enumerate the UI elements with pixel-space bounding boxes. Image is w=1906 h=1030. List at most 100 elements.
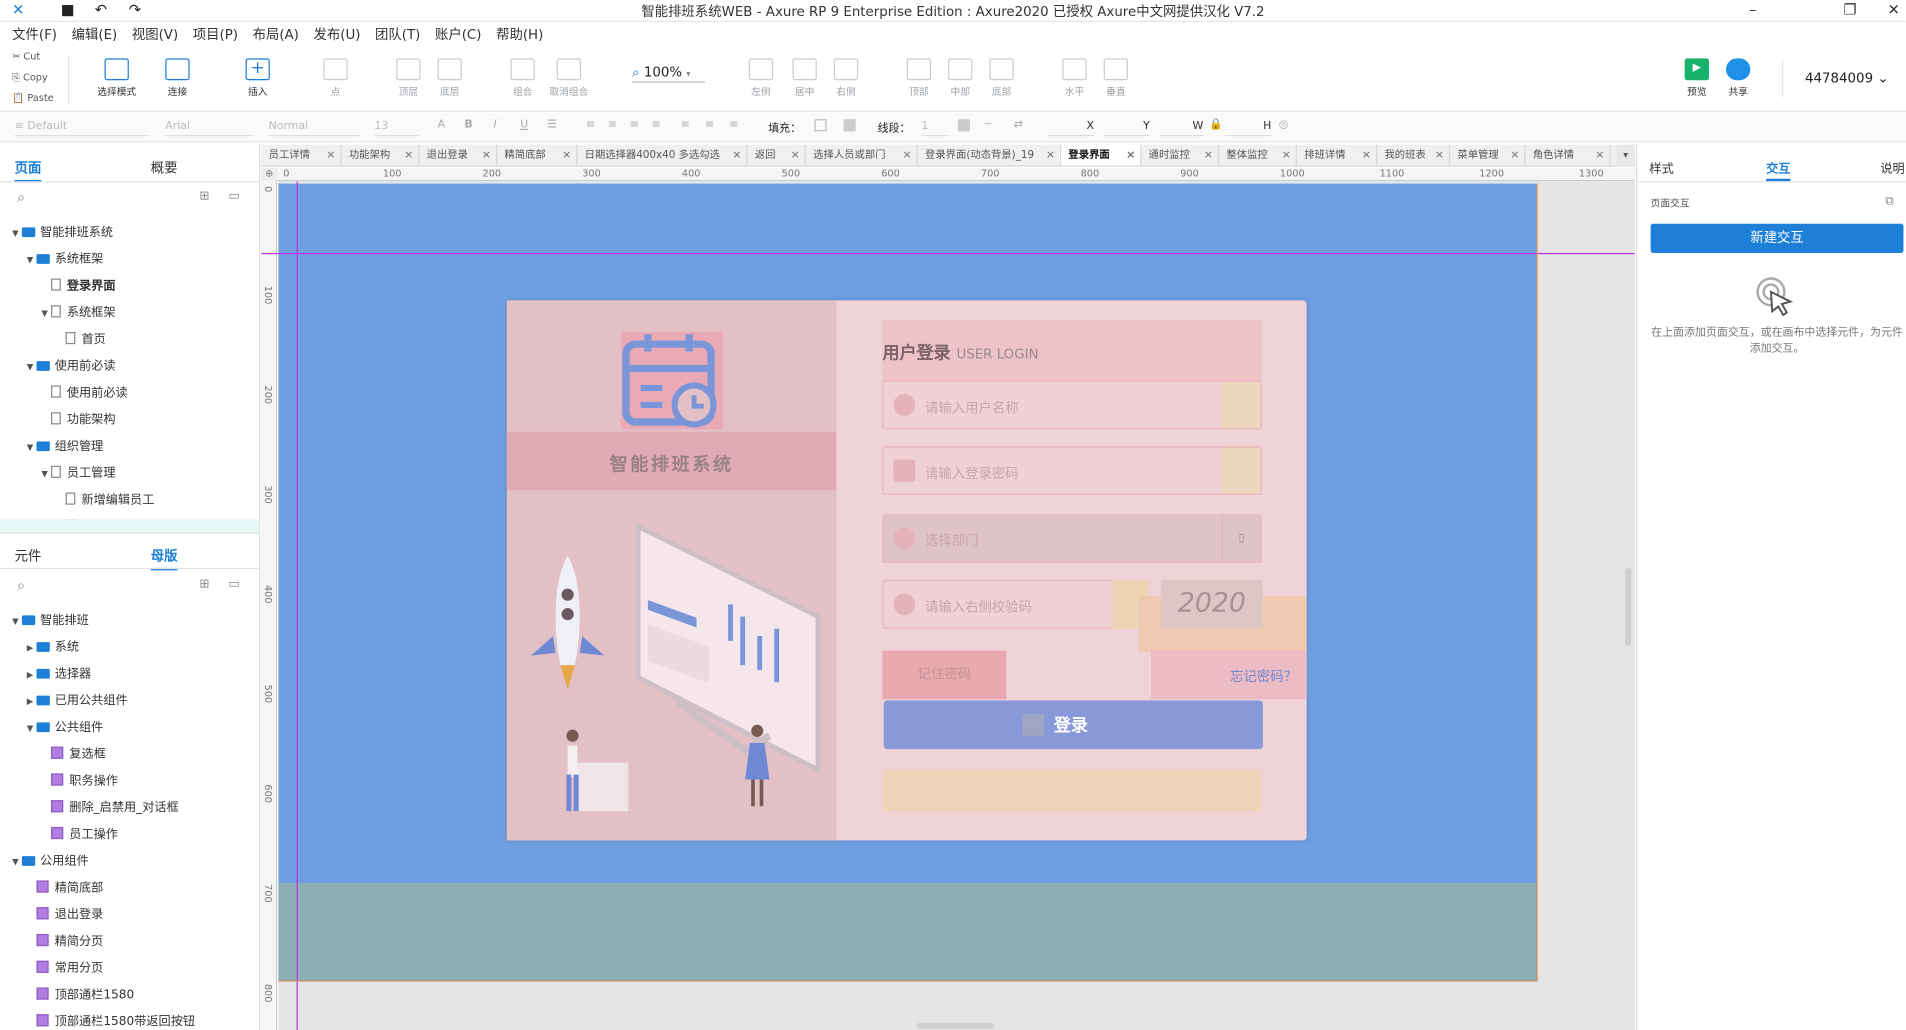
search-icon[interactable]: ⌕ xyxy=(17,188,25,206)
select-mode-button[interactable]: 选择模式 xyxy=(88,58,146,98)
caret-down-icon[interactable]: ▼ xyxy=(41,461,51,488)
page-item[interactable]: ▼ 系统框架 xyxy=(0,247,259,274)
master-item[interactable]: ▼ 智能排班 xyxy=(0,608,259,635)
page-item[interactable]: ▼ 智能排班系统 xyxy=(0,220,259,247)
menu-edit[interactable]: 编辑(E) xyxy=(64,23,124,47)
captcha-field[interactable]: 请输入右侧校验码 xyxy=(882,580,1116,629)
valign-middle-icon[interactable]: ≡ xyxy=(705,119,714,131)
tab-document[interactable]: 登录界面(动态背景)_19 × xyxy=(918,144,1062,166)
master-item[interactable]: ▶ 系统 xyxy=(0,635,259,662)
master-item[interactable]: 复选框 xyxy=(0,742,259,769)
tab-document[interactable]: 登录界面 × xyxy=(1061,144,1142,166)
password-field[interactable]: 请输入登录密码 xyxy=(882,446,1262,495)
account-menu[interactable]: 44784009 ⌄ xyxy=(1805,71,1889,87)
align-bottom-button[interactable]: 底部 xyxy=(972,58,1030,98)
page-item[interactable]: 使用前必读 xyxy=(0,381,259,408)
zoom-select[interactable]: ⌕ 100% ▾ xyxy=(632,64,705,83)
vertical-scrollbar[interactable] xyxy=(1625,567,1632,646)
master-item[interactable]: 职务操作 xyxy=(0,769,259,796)
tab-document[interactable]: 返回 × xyxy=(748,144,806,166)
stroke-width-input[interactable]: 1 xyxy=(921,118,949,137)
close-tab-icon[interactable]: × xyxy=(1204,145,1213,166)
stroke-pattern-icon[interactable]: ┄ xyxy=(985,119,992,131)
close-tab-icon[interactable]: × xyxy=(562,145,571,166)
tab-document[interactable]: 员工详情 × xyxy=(261,144,342,166)
restore-icon[interactable]: ❐ xyxy=(1828,0,1872,22)
stroke-color-swatch[interactable] xyxy=(957,119,970,132)
menu-project[interactable]: 项目(P) xyxy=(185,23,245,47)
master-item[interactable]: 退出登录 xyxy=(0,902,259,929)
tab-pages[interactable]: 页面 xyxy=(14,158,42,183)
add-folder-icon[interactable]: ▭ xyxy=(229,190,240,203)
h-input[interactable]: H xyxy=(1225,118,1272,137)
interaction-picker-icon[interactable]: ⧉ xyxy=(1885,195,1894,208)
add-master-icon[interactable]: ⊞ xyxy=(199,578,209,591)
caret-down-icon[interactable]: ▼ xyxy=(12,608,22,635)
bold-icon[interactable]: B xyxy=(464,119,472,131)
captcha-image[interactable]: 2020 xyxy=(1160,580,1263,629)
tab-interactions[interactable]: 交互 xyxy=(1766,158,1791,182)
close-tab-icon[interactable]: × xyxy=(326,145,335,166)
caret-down-icon[interactable]: ▼ xyxy=(12,220,22,247)
y-input[interactable]: Y xyxy=(1103,118,1150,137)
department-select[interactable]: 选择部门 ▯ xyxy=(882,514,1262,564)
close-tab-icon[interactable]: × xyxy=(1435,145,1444,166)
connect-button[interactable]: 连接 xyxy=(148,58,206,98)
italic-icon[interactable]: I xyxy=(493,119,496,131)
page-item[interactable]: ▼ 使用前必读 xyxy=(0,354,259,381)
font-color-icon[interactable]: A xyxy=(438,119,446,131)
caret-down-icon[interactable]: ▼ xyxy=(41,300,51,327)
paste-button[interactable]: 📋 Paste xyxy=(12,92,53,103)
tabs-overflow-icon[interactable]: ▾ xyxy=(1616,144,1635,167)
tab-document[interactable]: 整体监控 × xyxy=(1219,144,1297,166)
tab-document[interactable]: 日期选择器400x40 多选勾选 × xyxy=(577,144,748,166)
fill-color-swatch[interactable] xyxy=(814,119,827,132)
insert-button[interactable]: + 插入 xyxy=(229,58,287,98)
close-icon[interactable]: ✕ xyxy=(1872,0,1906,22)
master-item[interactable]: ▼ 公共组件 xyxy=(0,715,259,742)
tab-style[interactable]: 样式 xyxy=(1649,158,1673,176)
page-item[interactable]: 新增编辑员工 xyxy=(0,488,259,515)
valign-top-icon[interactable]: ≡ xyxy=(681,119,690,131)
new-interaction-button[interactable]: 新建交互 xyxy=(1650,223,1904,253)
valign-bottom-icon[interactable]: ≡ xyxy=(729,119,738,131)
font-weight-select[interactable]: Normal xyxy=(268,118,360,137)
caret-right-icon[interactable]: ▶ xyxy=(27,635,37,662)
tab-document[interactable]: 菜单管理 × xyxy=(1450,144,1526,166)
style-select[interactable]: ≡ Default xyxy=(14,118,149,137)
page-item[interactable]: ▼ 系统框架 xyxy=(0,300,259,327)
search-icon[interactable]: ⌕ xyxy=(17,576,25,594)
add-folder-icon[interactable]: ▭ xyxy=(229,578,240,591)
caret-right-icon[interactable]: ▶ xyxy=(27,688,37,715)
login-card[interactable]: 智能排班系统 用户登录 USER LOGIN 请输入用户名称 请输入登录密码 选… xyxy=(506,300,1307,841)
share-button[interactable]: 共享 xyxy=(1709,58,1767,98)
master-item[interactable]: 顶部通栏1580 xyxy=(0,983,259,1010)
caret-down-icon[interactable]: ▼ xyxy=(12,849,22,876)
w-input[interactable]: W xyxy=(1159,118,1204,137)
visibility-icon[interactable]: ◎ xyxy=(1279,119,1289,131)
page-item[interactable]: ▼ 组织管理 xyxy=(0,434,259,461)
username-field[interactable]: 请输入用户名称 xyxy=(882,380,1262,430)
tab-document[interactable]: 精简底部 × xyxy=(497,144,578,166)
tab-document[interactable]: 选择人员或部门 × xyxy=(806,144,918,166)
ungroup-button[interactable]: 取消组合 xyxy=(540,58,598,98)
menu-help[interactable]: 帮助(H) xyxy=(489,23,551,47)
master-item[interactable]: ▼ 公用组件 xyxy=(0,849,259,876)
add-page-icon[interactable]: ⊞ xyxy=(199,190,209,203)
tab-document[interactable]: 排班详情 × xyxy=(1297,144,1378,166)
master-item[interactable]: 常用分页 xyxy=(0,956,259,983)
menu-arrange[interactable]: 布局(A) xyxy=(245,23,306,47)
design-canvas[interactable]: 智能排班系统 用户登录 USER LOGIN 请输入用户名称 请输入登录密码 选… xyxy=(278,181,1635,1030)
master-item[interactable]: ▶ 选择器 xyxy=(0,662,259,689)
cut-button[interactable]: ✂ Cut xyxy=(12,51,40,62)
caret-right-icon[interactable]: ▶ xyxy=(27,662,37,689)
close-tab-icon[interactable]: × xyxy=(732,145,741,166)
menu-publish[interactable]: 发布(U) xyxy=(306,23,368,47)
x-input[interactable]: X xyxy=(1047,118,1094,137)
list-icon[interactable]: ☰ xyxy=(547,119,557,131)
caret-down-icon[interactable]: ▼ xyxy=(27,354,37,381)
tab-notes[interactable]: 说明 xyxy=(1880,158,1904,176)
send-bottom-button[interactable]: 底层 xyxy=(421,58,479,98)
font-size-select[interactable]: 13 xyxy=(374,118,419,137)
master-item[interactable]: 精简底部 xyxy=(0,876,259,903)
